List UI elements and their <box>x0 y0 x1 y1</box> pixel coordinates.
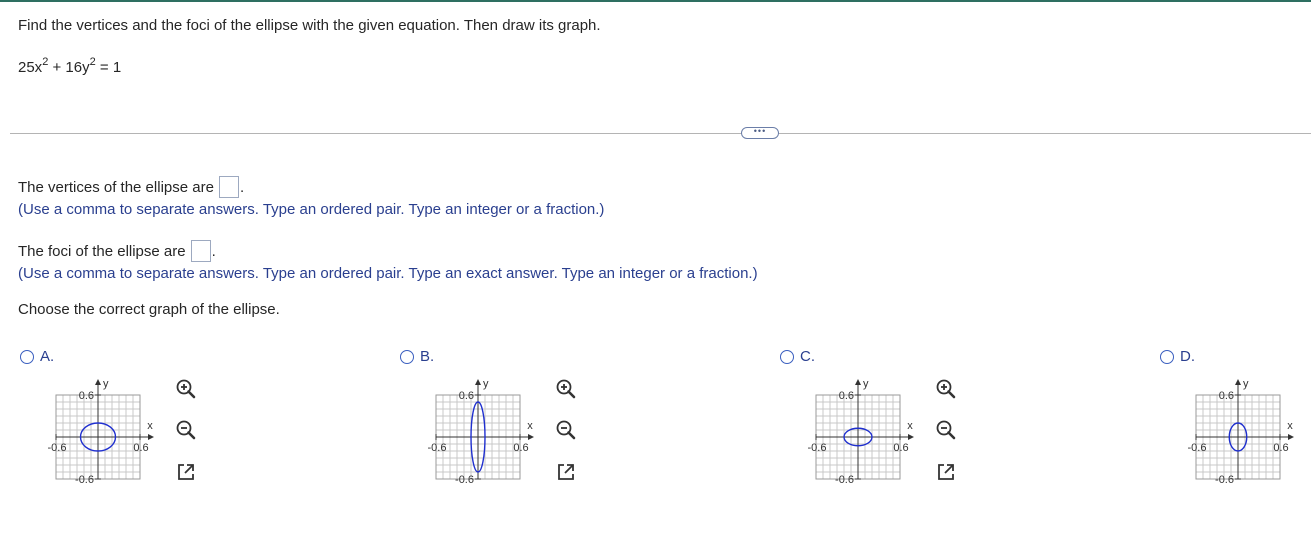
x-axis-label: x <box>1287 420 1293 432</box>
option-b: B. 0.6 -0.6 -0.6 0.6 x y <box>400 348 680 488</box>
x-min-label: -0.6 <box>48 442 67 454</box>
option-c-graph: 0.6 -0.6 -0.6 0.6 x y <box>808 378 914 486</box>
x-axis-arrow <box>528 434 534 440</box>
x-max-label: 0.6 <box>1273 442 1288 454</box>
option-d-radio[interactable] <box>1160 350 1174 364</box>
zoom-out-icon[interactable] <box>934 418 958 442</box>
x-max-label: 0.6 <box>133 442 148 454</box>
option-a-radio[interactable] <box>20 350 34 364</box>
ellipse-equation: 25x2 + 16y2 = 1 <box>18 57 122 77</box>
y-min-label: -0.6 <box>1215 474 1234 486</box>
option-c-label: C. <box>800 348 815 365</box>
vertices-answer-input[interactable] <box>218 176 239 198</box>
x-axis-label: x <box>527 420 533 432</box>
y-min-label: -0.6 <box>835 474 854 486</box>
more-button[interactable]: ••• <box>741 127 779 139</box>
y-max-label: 0.6 <box>1219 390 1234 402</box>
option-b-radio[interactable] <box>400 350 414 364</box>
foci-hint: (Use a comma to separate answers. Type a… <box>18 265 758 282</box>
option-d-graph: 0.6 -0.6 -0.6 0.6 x y <box>1188 378 1294 486</box>
x-min-label: -0.6 <box>1188 442 1207 454</box>
option-c: C. 0.6 -0.6 -0.6 0.6 x y <box>780 348 1060 488</box>
question-text: Find the vertices and the foci of the el… <box>18 17 601 34</box>
x-max-label: 0.6 <box>513 442 528 454</box>
zoom-in-icon[interactable] <box>554 377 578 401</box>
popout-icon[interactable] <box>554 460 578 484</box>
equation-rhs: = 1 <box>95 59 122 76</box>
option-d-label: D. <box>1180 348 1195 365</box>
popout-icon[interactable] <box>174 460 198 484</box>
option-a: A. 0.6 -0.6 -0.6 0.6 x y <box>20 348 300 488</box>
zoom-in-icon[interactable] <box>934 377 958 401</box>
page: Find the vertices and the foci of the el… <box>0 0 1311 554</box>
option-a-label: A. <box>40 348 55 365</box>
foci-answer-input[interactable] <box>190 240 211 262</box>
equation-term-y: + 16y <box>48 59 90 76</box>
vertices-prompt: The vertices of the ellipse are. <box>18 176 244 198</box>
zoom-out-icon[interactable] <box>554 418 578 442</box>
zoom-in-icon[interactable] <box>174 377 198 401</box>
x-min-label: -0.6 <box>428 442 447 454</box>
option-d: D. 0.6 -0.6 -0.6 0.6 x y <box>1160 348 1310 488</box>
y-axis-label: y <box>863 378 869 390</box>
option-b-graph: 0.6 -0.6 -0.6 0.6 x y <box>428 378 534 486</box>
zoom-out-icon[interactable] <box>174 418 198 442</box>
x-axis-arrow <box>148 434 154 440</box>
choose-graph-prompt: Choose the correct graph of the ellipse. <box>18 301 280 318</box>
y-axis-arrow <box>1235 379 1241 385</box>
vertices-hint: (Use a comma to separate answers. Type a… <box>18 201 605 218</box>
foci-period: . <box>211 243 216 260</box>
x-axis-arrow <box>908 434 914 440</box>
x-axis-label: x <box>147 420 153 432</box>
y-min-label: -0.6 <box>455 474 474 486</box>
y-axis-label: y <box>103 378 109 390</box>
option-c-radio[interactable] <box>780 350 794 364</box>
vertices-prompt-text: The vertices of the ellipse are <box>18 179 214 196</box>
y-axis-arrow <box>475 379 481 385</box>
y-max-label: 0.6 <box>459 390 474 402</box>
x-axis-label: x <box>907 420 913 432</box>
foci-prompt: The foci of the ellipse are. <box>18 240 216 262</box>
y-axis-label: y <box>483 378 489 390</box>
equation-term-x: 25x <box>18 59 43 76</box>
x-axis-arrow <box>1288 434 1294 440</box>
y-max-label: 0.6 <box>839 390 854 402</box>
option-a-graph: 0.6 -0.6 -0.6 0.6 x y <box>48 378 154 486</box>
x-max-label: 0.6 <box>893 442 908 454</box>
section-divider <box>10 133 1311 134</box>
y-axis-arrow <box>95 379 101 385</box>
vertices-period: . <box>239 179 245 196</box>
option-b-label: B. <box>420 348 435 365</box>
y-min-label: -0.6 <box>75 474 94 486</box>
y-max-label: 0.6 <box>79 390 94 402</box>
y-axis-label: y <box>1243 378 1249 390</box>
foci-prompt-text: The foci of the ellipse are <box>18 243 186 260</box>
y-axis-arrow <box>855 379 861 385</box>
popout-icon[interactable] <box>934 460 958 484</box>
x-min-label: -0.6 <box>808 442 827 454</box>
